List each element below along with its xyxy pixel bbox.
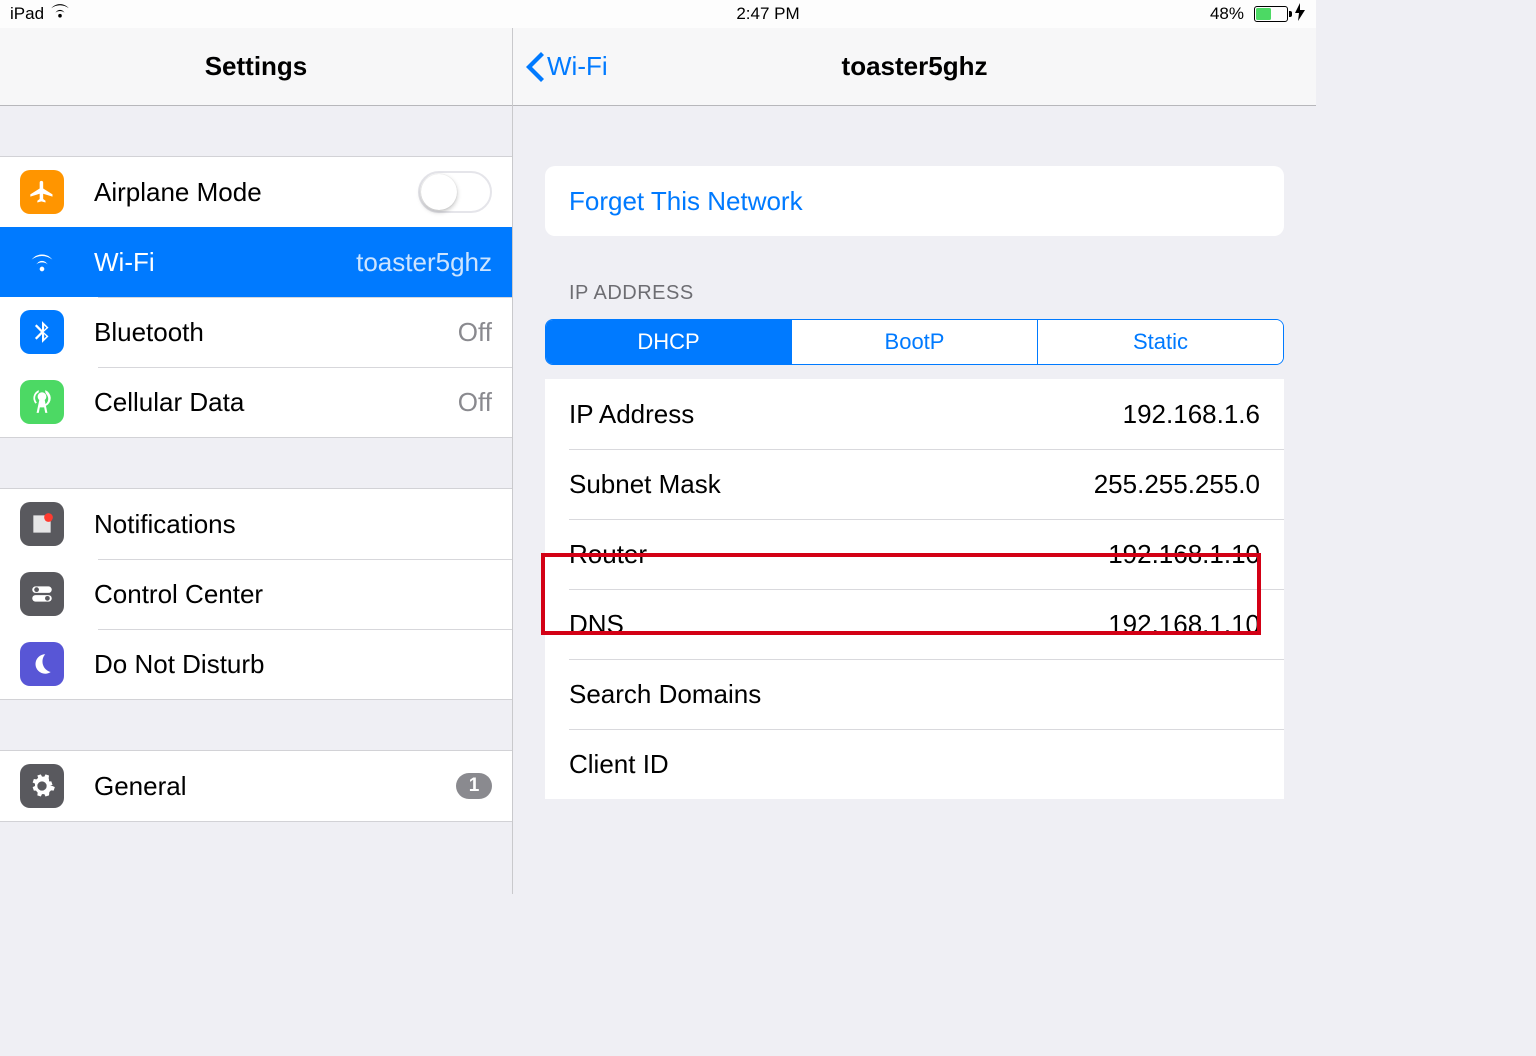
row-wifi[interactable]: Wi-Fi toaster5ghz bbox=[0, 227, 512, 297]
airplane-icon bbox=[20, 170, 64, 214]
control-center-label: Control Center bbox=[94, 579, 263, 610]
router-value: 192.168.1.10 bbox=[1108, 539, 1260, 570]
dns-key: DNS bbox=[569, 609, 624, 640]
group-connectivity: Airplane Mode Wi-Fi toaster5ghz Bluetoot… bbox=[0, 156, 512, 438]
row-dnd[interactable]: Do Not Disturb bbox=[0, 629, 512, 699]
dns-value: 192.168.1.10 bbox=[1108, 609, 1260, 640]
forget-label: Forget This Network bbox=[569, 186, 803, 217]
dnd-label: Do Not Disturb bbox=[94, 649, 265, 680]
master-pane: Settings Airplane Mode Wi-Fi toaster5ghz bbox=[0, 28, 513, 894]
group-system: Notifications Control Center Do Not Dist… bbox=[0, 488, 512, 700]
cellular-label: Cellular Data bbox=[94, 387, 244, 418]
row-notifications[interactable]: Notifications bbox=[0, 489, 512, 559]
general-badge: 1 bbox=[456, 773, 492, 799]
ip-section-label: IP ADDRESS bbox=[569, 282, 1284, 305]
ip-address-key: IP Address bbox=[569, 399, 694, 430]
back-label: Wi-Fi bbox=[547, 51, 608, 82]
master-title: Settings bbox=[205, 51, 308, 82]
row-subnet[interactable]: Subnet Mask 255.255.255.0 bbox=[545, 449, 1284, 519]
row-router[interactable]: Router 192.168.1.10 bbox=[545, 519, 1284, 589]
cellular-icon bbox=[20, 380, 64, 424]
master-nav: Settings bbox=[0, 28, 512, 106]
row-ip-address[interactable]: IP Address 192.168.1.6 bbox=[545, 379, 1284, 449]
ip-rows-card: IP Address 192.168.1.6 Subnet Mask 255.2… bbox=[545, 379, 1284, 799]
ip-mode-segmented: DHCP BootP Static bbox=[545, 319, 1284, 365]
detail-pane: Wi-Fi toaster5ghz Forget This Network IP… bbox=[513, 28, 1316, 894]
control-center-icon bbox=[20, 572, 64, 616]
detail-nav: Wi-Fi toaster5ghz bbox=[513, 28, 1316, 106]
status-bar: iPad 2:47 PM 48% bbox=[0, 0, 1316, 28]
wifi-icon bbox=[50, 4, 70, 24]
airplane-label: Airplane Mode bbox=[94, 177, 262, 208]
gear-icon bbox=[20, 764, 64, 808]
subnet-value: 255.255.255.0 bbox=[1094, 469, 1260, 500]
seg-dhcp[interactable]: DHCP bbox=[546, 320, 791, 364]
row-client-id[interactable]: Client ID bbox=[545, 729, 1284, 799]
wifi-label: Wi-Fi bbox=[94, 247, 155, 278]
row-dns[interactable]: DNS 192.168.1.10 bbox=[545, 589, 1284, 659]
row-general[interactable]: General 1 bbox=[0, 751, 512, 821]
device-label: iPad bbox=[10, 4, 44, 24]
forget-network-button[interactable]: Forget This Network bbox=[545, 166, 1284, 236]
airplane-toggle[interactable] bbox=[418, 171, 492, 213]
seg-static[interactable]: Static bbox=[1037, 320, 1283, 364]
back-button[interactable]: Wi-Fi bbox=[525, 51, 608, 82]
bluetooth-label: Bluetooth bbox=[94, 317, 204, 348]
chevron-left-icon bbox=[525, 52, 545, 82]
row-bluetooth[interactable]: Bluetooth Off bbox=[0, 297, 512, 367]
bluetooth-icon bbox=[20, 310, 64, 354]
group-general: General 1 bbox=[0, 750, 512, 822]
row-search-domains[interactable]: Search Domains bbox=[545, 659, 1284, 729]
client-id-key: Client ID bbox=[569, 749, 669, 780]
forget-network-card: Forget This Network bbox=[545, 166, 1284, 236]
moon-icon bbox=[20, 642, 64, 686]
bluetooth-value: Off bbox=[458, 317, 492, 348]
seg-bootp[interactable]: BootP bbox=[791, 320, 1037, 364]
subnet-key: Subnet Mask bbox=[569, 469, 721, 500]
row-cellular[interactable]: Cellular Data Off bbox=[0, 367, 512, 437]
battery-percent: 48% bbox=[1210, 4, 1244, 24]
search-domains-key: Search Domains bbox=[569, 679, 761, 710]
notifications-label: Notifications bbox=[94, 509, 236, 540]
general-label: General bbox=[94, 771, 187, 802]
row-control-center[interactable]: Control Center bbox=[0, 559, 512, 629]
cellular-value: Off bbox=[458, 387, 492, 418]
row-airplane[interactable]: Airplane Mode bbox=[0, 157, 512, 227]
router-key: Router bbox=[569, 539, 647, 570]
wifi-row-icon bbox=[20, 240, 64, 284]
notifications-icon bbox=[20, 502, 64, 546]
wifi-value: toaster5ghz bbox=[356, 247, 492, 278]
clock: 2:47 PM bbox=[736, 4, 799, 24]
battery-icon bbox=[1250, 6, 1288, 22]
charging-icon bbox=[1294, 3, 1306, 26]
ip-address-value: 192.168.1.6 bbox=[1123, 399, 1260, 430]
detail-title: toaster5ghz bbox=[842, 51, 988, 82]
